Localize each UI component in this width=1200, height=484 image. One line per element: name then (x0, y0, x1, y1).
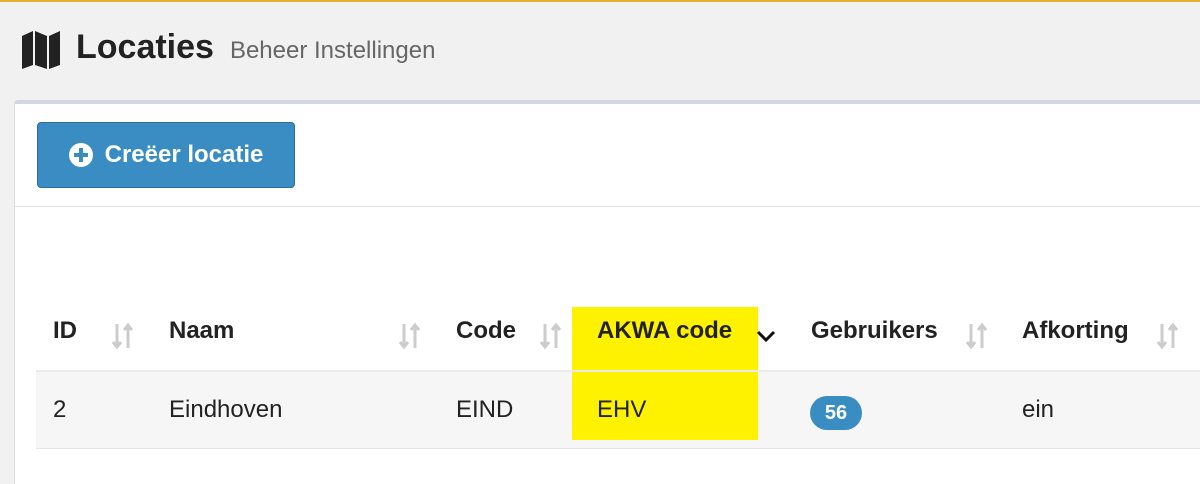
users-count-badge: 56 (810, 396, 862, 430)
column-header-code[interactable]: Code (456, 317, 516, 345)
top-accent-line (0, 0, 1200, 2)
cell-id: 2 (53, 396, 67, 423)
cell-akwa-code: EHV (597, 396, 647, 423)
plus-circle-icon (68, 143, 93, 167)
table-row-divider (36, 448, 1200, 449)
column-header-id[interactable]: ID (53, 317, 77, 345)
column-header-akwa-code[interactable]: AKWA code (597, 317, 732, 345)
column-header-naam[interactable]: Naam (169, 317, 234, 345)
create-location-label: Creëer locatie (104, 141, 264, 168)
cell-naam[interactable]: Eindhoven (169, 396, 282, 424)
chevron-down-icon[interactable] (755, 326, 777, 346)
sort-icon[interactable] (398, 322, 422, 350)
sort-icon[interactable] (965, 322, 989, 350)
sort-icon[interactable] (1156, 322, 1180, 350)
cell-afkorting: ein (1022, 396, 1055, 423)
page-title: Locaties (76, 28, 214, 66)
sort-icon[interactable] (539, 322, 563, 350)
column-header-afkorting[interactable]: Afkorting (1022, 317, 1129, 345)
cell-code: EIND (456, 396, 514, 423)
table-header-divider (36, 370, 1200, 372)
column-header-gebruikers[interactable]: Gebruikers (811, 317, 938, 345)
sort-icon[interactable] (111, 322, 135, 350)
create-location-button[interactable]: Creëer locatie (37, 122, 295, 188)
panel-toolbar: Creëer locatie (15, 104, 1200, 207)
page-header: Locaties Beheer Instellingen (20, 28, 435, 70)
map-icon (22, 31, 60, 69)
page-subtitle: Beheer Instellingen (229, 37, 436, 64)
